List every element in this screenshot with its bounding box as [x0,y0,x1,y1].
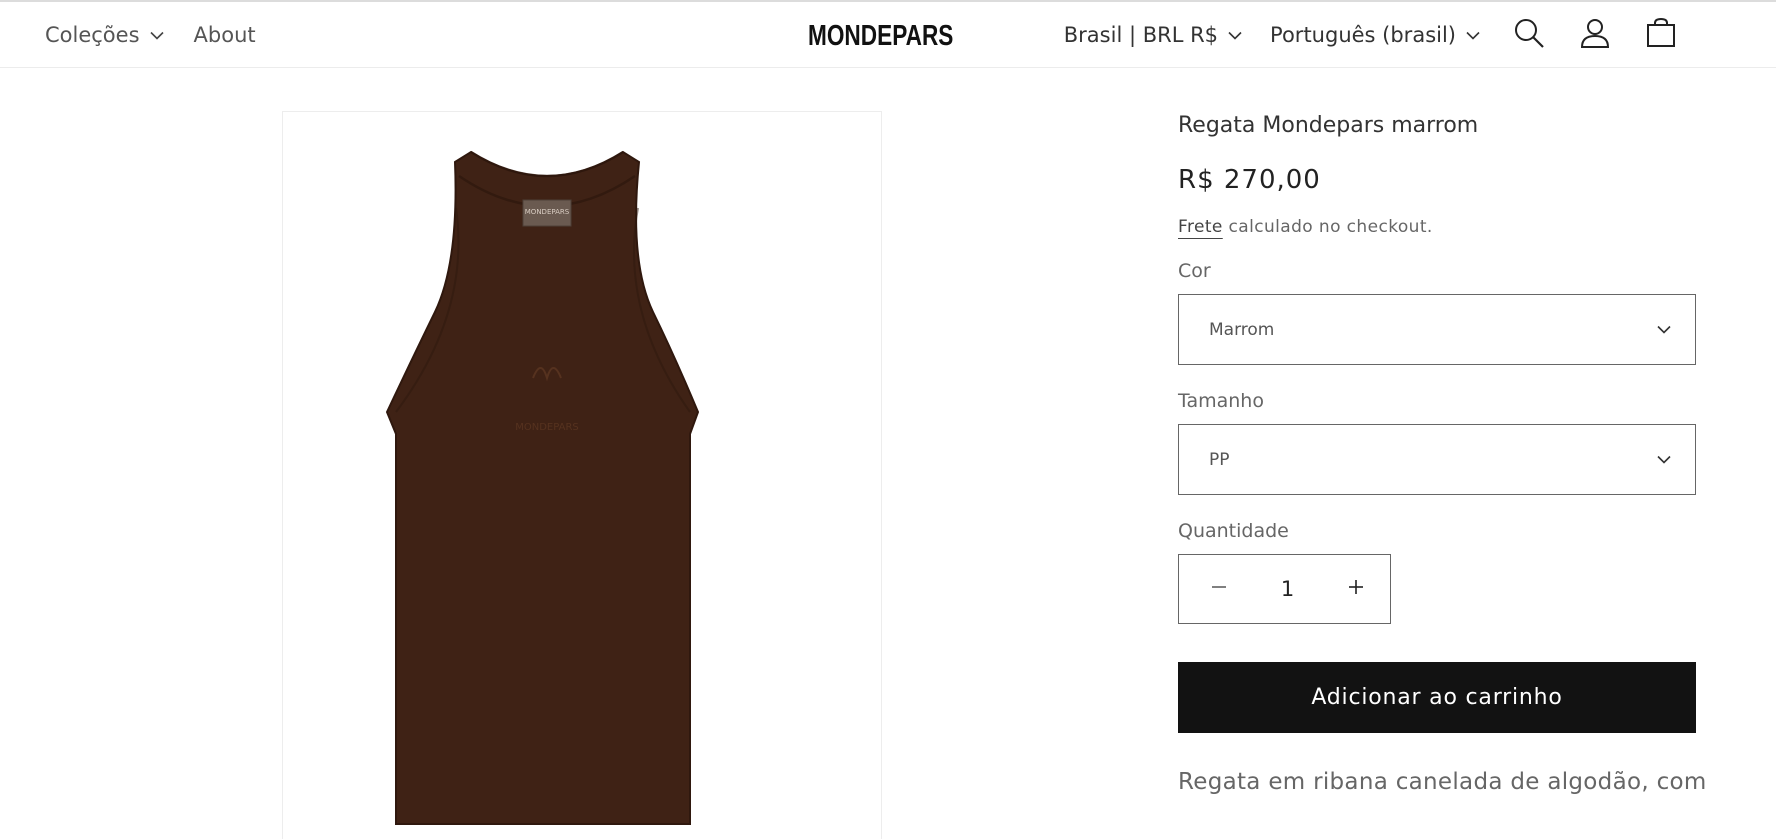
chevron-down-icon [1228,31,1242,40]
search-button[interactable] [1502,8,1556,62]
chevron-down-icon [1657,455,1671,464]
decrease-quantity-button[interactable] [1207,577,1231,601]
country-selector[interactable]: Brasil | BRL R$ [1064,23,1242,47]
quantity-label: Quantidade [1178,520,1289,542]
account-button[interactable] [1568,8,1622,62]
size-label: Tamanho [1178,390,1264,412]
increase-quantity-button[interactable] [1344,577,1368,601]
quantity-input[interactable]: 1 [1268,577,1308,601]
tank-top-image: MONDEPARS MONDEPARS [385,150,700,825]
quantity-stepper: 1 [1178,554,1391,624]
shipping-link[interactable]: Frete [1178,217,1223,237]
size-select[interactable]: PP [1178,424,1696,495]
product-price: R$ 270,00 [1178,165,1321,195]
product-image[interactable]: MONDEPARS MONDEPARS [282,111,882,839]
language-label: Português (brasil) [1270,23,1456,47]
site-header: Coleções About MONDEPARS Brasil | BRL R$… [0,2,1776,68]
country-label: Brasil | BRL R$ [1063,23,1219,47]
color-value: Marrom [1209,319,1275,340]
shipping-text: calculado no checkout. [1222,217,1433,237]
cart-icon [1645,17,1677,53]
product-info: Regata Mondepars marrom R$ 270,00 Frete … [1178,110,1707,795]
main-nav: Coleções About [45,2,256,68]
color-label: Cor [1178,260,1211,282]
product-title: Regata Mondepars marrom [1178,113,1479,138]
chevron-down-icon [1466,31,1480,40]
size-value: PP [1209,449,1230,470]
search-icon [1513,17,1545,53]
minus-icon [1211,579,1227,599]
shipping-note: Frete calculado no checkout. [1178,217,1696,243]
cart-button[interactable] [1634,8,1688,62]
add-to-cart-button[interactable]: Adicionar ao carrinho [1178,662,1696,733]
nav-about[interactable]: About [194,23,256,47]
product-description: Regata em ribana canelada de algodão, co… [1178,769,1707,795]
account-icon [1579,17,1611,53]
nav-collections[interactable]: Coleções [45,23,164,47]
store-logo[interactable]: MONDEPARS [808,20,953,53]
chevron-down-icon [149,31,164,40]
color-select[interactable]: Marrom [1178,294,1696,365]
nav-collections-label: Coleções [45,23,140,47]
image-tag-text: MONDEPARS [525,208,570,216]
plus-icon [1348,579,1364,599]
chevron-down-icon [1657,325,1671,334]
nav-about-label: About [193,23,256,47]
language-selector[interactable]: Português (brasil) [1270,23,1480,47]
image-embroidery-text: MONDEPARS [515,422,579,433]
header-actions: Brasil | BRL R$ Português (brasil) [1064,2,1688,68]
